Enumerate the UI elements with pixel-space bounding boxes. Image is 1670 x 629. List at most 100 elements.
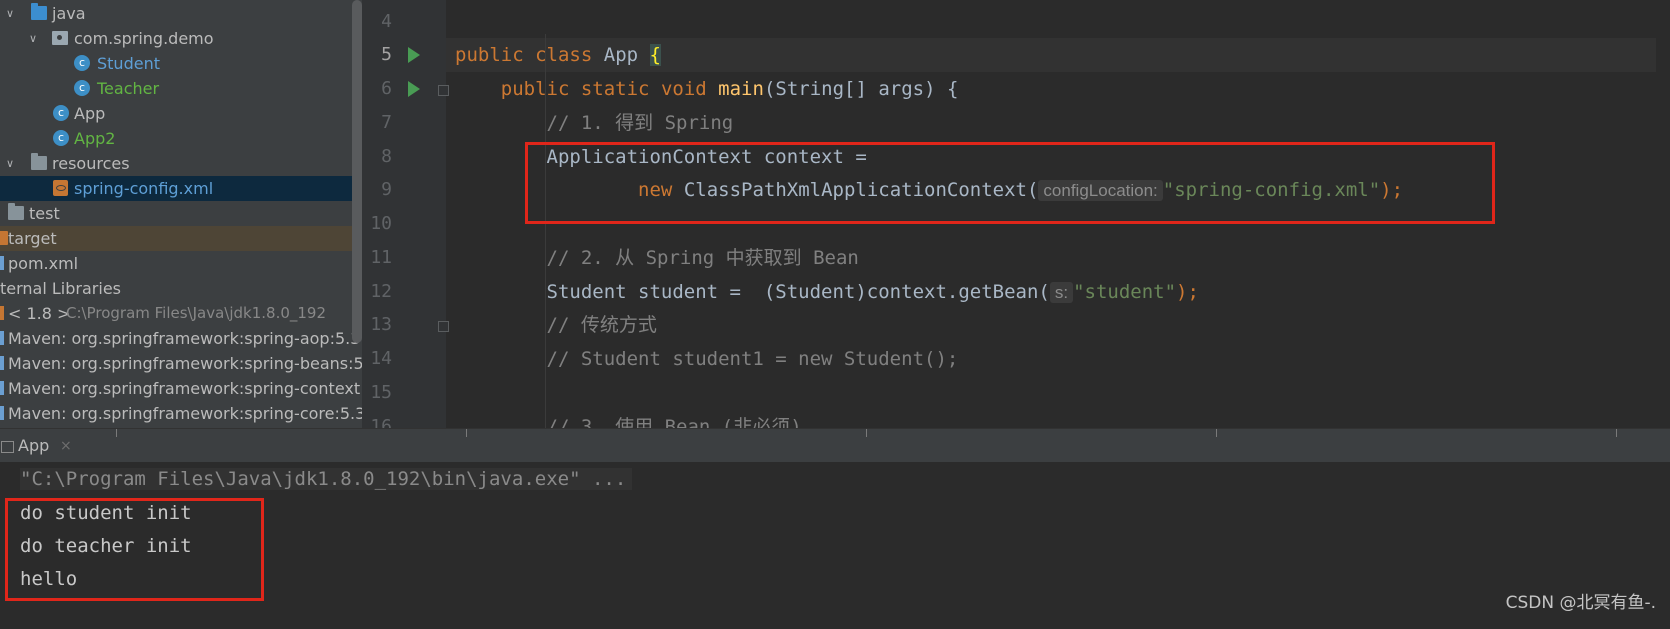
divider — [1616, 429, 1617, 437]
tree-item-label: Maven: org.springframework:spring-beans:… — [8, 354, 362, 373]
maven-lib-icon — [0, 381, 4, 395]
tree-item-label: resources — [52, 154, 130, 173]
line-number: 5 — [381, 44, 392, 65]
line-number: 11 — [370, 247, 392, 268]
code-line-13: // 传统方式 — [455, 308, 657, 342]
run-toolbar: App × — [0, 428, 1670, 463]
folder-icon — [8, 203, 24, 220]
line-number: 12 — [370, 281, 392, 302]
line-number: 16 — [370, 416, 392, 428]
line-number: 8 — [381, 146, 392, 167]
keyword: public — [500, 78, 570, 100]
divider — [866, 429, 867, 437]
tree-item-label: test — [29, 204, 60, 223]
jdk-icon — [0, 306, 4, 320]
comment: // 3. 使用 Bean (非必须) — [546, 416, 802, 428]
line-number: 9 — [381, 179, 392, 200]
code-text: Student student = (Student)context.getBe… — [546, 281, 1050, 303]
console-command-line: "C:\Program Files\Java\jdk1.8.0_192\bin\… — [20, 462, 633, 496]
tree-item-label: pom.xml — [8, 254, 79, 273]
tree-item-label: Teacher — [97, 79, 160, 98]
line-number: 6 — [381, 78, 392, 99]
comment: // 2. 从 Spring 中获取到 Bean — [546, 247, 859, 269]
command-text: "C:\Program Files\Java\jdk1.8.0_192\bin\… — [20, 468, 633, 490]
folder-icon — [0, 231, 8, 245]
tree-item-label: java — [52, 4, 86, 23]
divider — [466, 429, 467, 437]
maven-icon — [0, 256, 4, 270]
line-number: 10 — [370, 213, 392, 234]
comment: // 传统方式 — [546, 314, 657, 336]
divider — [116, 429, 117, 437]
keyword: public — [455, 44, 524, 66]
tree-item-label: App2 — [74, 129, 116, 148]
code-text: (String[] args) { — [763, 78, 959, 100]
runnable-class-icon: c — [53, 130, 69, 146]
editor-scrollbar[interactable] — [1656, 0, 1670, 428]
comment: // 1. 得到 Spring — [546, 112, 734, 134]
tree-item-label: ternal Libraries — [0, 279, 121, 298]
tree-item-label: target — [8, 229, 57, 248]
code-line-14: // Student student1 = new Student(); — [455, 342, 959, 376]
tree-item-label: < 1.8 > — [8, 304, 71, 323]
class-icon: c — [74, 55, 90, 71]
tree-scrollbar[interactable] — [352, 0, 362, 343]
code-line-5: public class App { — [455, 38, 661, 72]
brace: { — [649, 44, 661, 66]
tree-item-label: Maven: org.springframework:spring-aop:5.… — [8, 329, 362, 348]
line-number: 15 — [370, 382, 392, 403]
comment: // Student student1 = new Student(); — [546, 348, 959, 370]
line-number: 14 — [370, 348, 392, 369]
maven-lib-icon — [0, 406, 4, 420]
tree-item-target[interactable]: target — [0, 226, 352, 251]
xml-file-icon — [53, 180, 68, 196]
highlight-box — [5, 498, 264, 601]
folder-icon — [31, 3, 47, 20]
package-icon — [52, 31, 68, 45]
method-name: main — [718, 78, 764, 100]
folder-icon — [31, 153, 47, 170]
code-line-11: // 2. 从 Spring 中获取到 Bean — [455, 241, 859, 275]
close-icon[interactable]: × — [60, 429, 72, 463]
project-tree: ∨ java ∨ com.spring.demo c Student c Tea… — [0, 0, 362, 428]
run-gutter-icon[interactable] — [408, 81, 420, 97]
code-line-12: Student student = (Student)context.getBe… — [455, 275, 1199, 310]
fold-icon[interactable] — [438, 85, 449, 96]
tree-item-label: Student — [97, 54, 160, 73]
divider — [1216, 429, 1217, 437]
class-name: App — [603, 44, 639, 66]
chevron-down-icon[interactable]: ∨ — [29, 26, 37, 51]
chevron-down-icon[interactable]: ∨ — [6, 1, 14, 26]
code-text: ); — [1176, 281, 1199, 303]
tab-run-app[interactable]: App × — [0, 429, 78, 463]
line-number: 13 — [370, 314, 392, 335]
line-number: 4 — [381, 11, 392, 32]
highlight-box — [525, 142, 1495, 224]
run-gutter-icon[interactable] — [408, 47, 420, 63]
string-literal: "student" — [1073, 281, 1177, 303]
editor-gutter: 4 5 6 7 8 9 10 11 12 13 14 15 16 — [362, 0, 449, 428]
watermark: CSDN @北冥有鱼-. — [1505, 593, 1656, 613]
tab-label: App — [18, 436, 50, 455]
line-number: 7 — [381, 112, 392, 133]
chevron-down-icon[interactable]: ∨ — [6, 151, 14, 176]
class-icon: c — [74, 80, 90, 96]
tree-item-label: App — [74, 104, 106, 123]
keyword: static — [580, 78, 650, 100]
tree-item-label: com.spring.demo — [74, 29, 214, 48]
maven-lib-icon — [0, 356, 4, 370]
console-icon — [1, 441, 14, 453]
tree-item-label: Maven: org.springframework:spring-contex… — [8, 379, 362, 398]
fold-icon[interactable] — [438, 321, 449, 332]
tree-item-label: Maven: org.springframework:spring-core:5… — [8, 404, 362, 423]
tree-item-label: spring-config.xml — [74, 179, 214, 198]
parameter-hint: s: — [1049, 282, 1074, 303]
code-line-7: // 1. 得到 Spring — [455, 106, 734, 140]
jdk-path: C:\Program Files\Java\jdk1.8.0_192 — [66, 304, 327, 322]
keyword: class — [535, 44, 593, 66]
tree-item-spring-config[interactable]: spring-config.xml — [0, 176, 352, 201]
keyword: void — [660, 78, 707, 100]
maven-lib-icon — [0, 331, 4, 345]
code-line-6: public static void main(String[] args) { — [455, 72, 959, 106]
runnable-class-icon: c — [53, 105, 69, 121]
